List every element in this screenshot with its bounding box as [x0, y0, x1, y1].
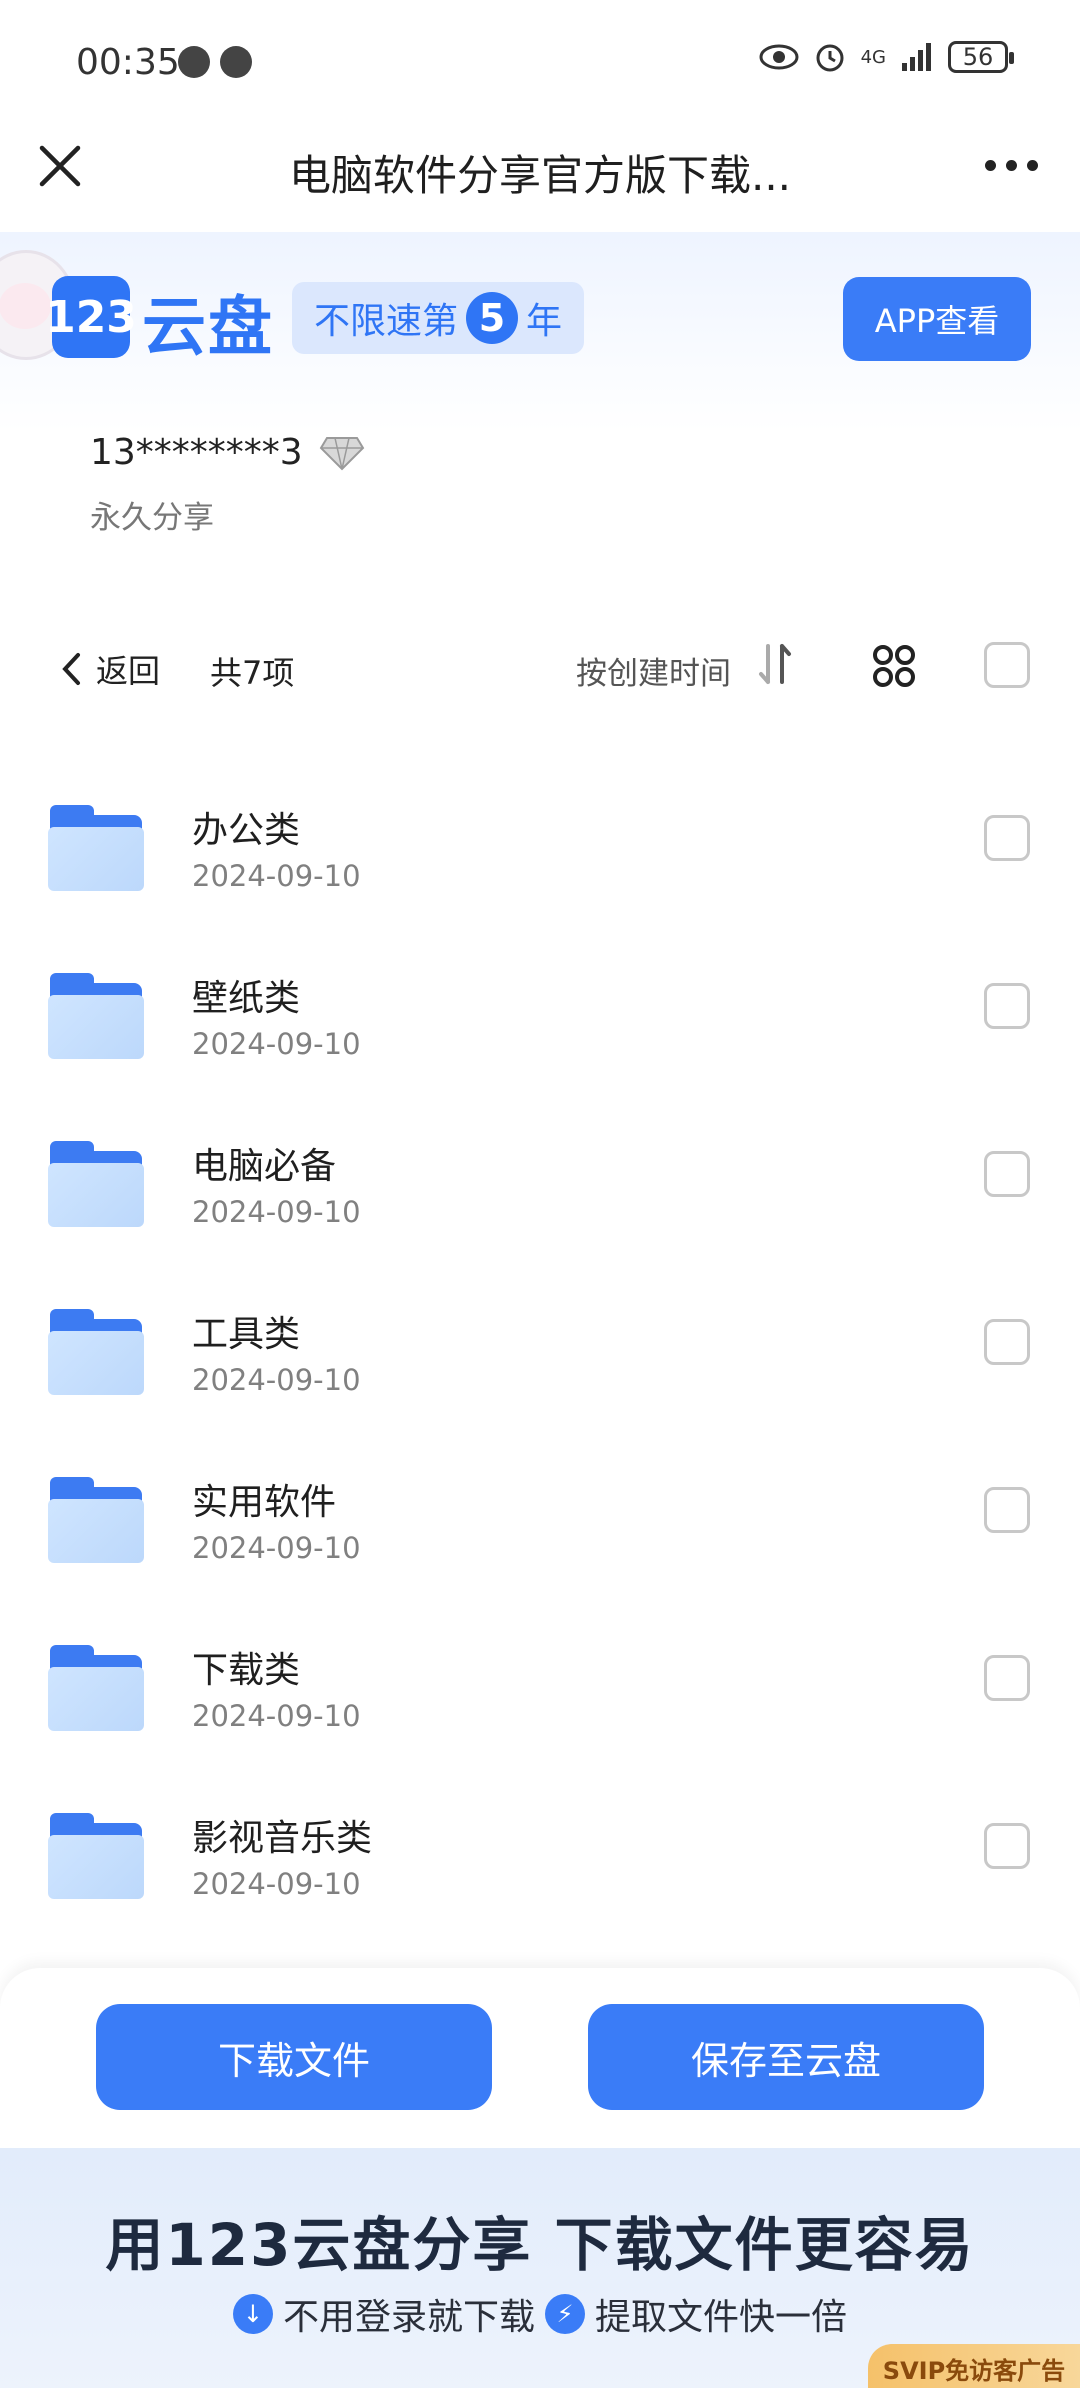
speed-suffix: 年 — [526, 301, 563, 342]
save-to-cloud-button[interactable]: 保存至云盘 — [588, 2004, 984, 2110]
list-item[interactable]: 壁纸类 2024-09-10 — [0, 943, 1080, 1111]
speed-prefix: 不限速第 — [314, 301, 459, 342]
file-list: 办公类 2024-09-10 壁纸类 2024-09-10 电脑必备 2024-09-10… — [0, 775, 1080, 1951]
file-name: 电脑必备 — [192, 1146, 337, 1187]
file-checkbox[interactable] — [984, 983, 1030, 1029]
file-date: 2024-09-10 — [192, 859, 361, 893]
diamond-icon — [319, 436, 364, 470]
file-date: 2024-09-10 — [192, 1027, 361, 1061]
file-name: 实用软件 — [192, 1482, 337, 1523]
title-bar: 电脑软件分享官方版下载... — [0, 100, 1080, 232]
grid-view-icon[interactable] — [872, 644, 916, 688]
eye-icon — [759, 44, 799, 70]
folder-icon — [48, 973, 144, 1059]
list-item[interactable]: 实用软件 2024-09-10 — [0, 1447, 1080, 1615]
file-name: 壁纸类 — [192, 978, 301, 1019]
folder-icon — [48, 1813, 144, 1899]
speed-badge: 不限速第 5 年 — [292, 282, 585, 354]
sort-label[interactable]: 按创建时间 — [576, 648, 731, 693]
close-icon[interactable] — [38, 144, 82, 188]
file-checkbox[interactable] — [984, 1151, 1030, 1197]
back-button[interactable]: 返回 — [60, 646, 160, 692]
file-checkbox[interactable] — [984, 815, 1030, 861]
alarm-icon — [816, 44, 844, 72]
folder-icon — [48, 1477, 144, 1563]
file-date: 2024-09-10 — [192, 1195, 361, 1229]
status-right: 4G 56 — [759, 40, 1014, 74]
action-bar: 下载文件 保存至云盘 — [0, 1968, 1080, 2148]
list-item[interactable]: 影视音乐类 2024-09-10 — [0, 1783, 1080, 1951]
file-date: 2024-09-10 — [192, 1699, 361, 1733]
file-name: 影视音乐类 — [192, 1818, 373, 1859]
file-date: 2024-09-10 — [192, 1363, 361, 1397]
status-time: 00:35 — [76, 42, 180, 83]
promo-footer: 用123云盘分享 下载文件更容易 ↓ 不用登录就下载 ⚡ 提取文件快一倍 SVI… — [0, 2148, 1080, 2388]
list-toolbar: 返回 共7项 按创建时间 — [0, 632, 1080, 712]
chevron-left-icon — [62, 653, 80, 685]
svip-ad-tag[interactable]: SVIP免访客广告 — [868, 2344, 1080, 2388]
app-view-button[interactable]: APP查看 — [843, 277, 1031, 361]
file-name: 下载类 — [192, 1650, 301, 1691]
promo-feature-1: 不用登录就下载 — [282, 2297, 535, 2338]
file-name: 工具类 — [192, 1314, 301, 1355]
share-type: 永久分享 — [90, 500, 214, 536]
speed-year: 5 — [466, 292, 519, 344]
signal-icon — [902, 43, 931, 71]
lightning-icon: ⚡ — [545, 2294, 585, 2334]
file-checkbox[interactable] — [984, 1823, 1030, 1869]
battery-icon: 56 — [948, 41, 1014, 73]
file-date: 2024-09-10 — [192, 1531, 361, 1565]
page-title: 电脑软件分享官方版下载... — [288, 151, 792, 200]
back-label: 返回 — [96, 652, 161, 690]
file-checkbox[interactable] — [984, 1487, 1030, 1533]
sort-icon[interactable] — [756, 638, 794, 690]
folder-icon — [48, 1645, 144, 1731]
promo-headline: 用123云盘分享 下载文件更容易 — [105, 2211, 975, 2279]
list-item[interactable]: 下载类 2024-09-10 — [0, 1615, 1080, 1783]
folder-icon — [48, 1141, 144, 1227]
list-item[interactable]: 工具类 2024-09-10 — [0, 1279, 1080, 1447]
logo-icon: 123 — [45, 276, 137, 358]
notification-icon — [220, 46, 252, 78]
list-item[interactable]: 办公类 2024-09-10 — [0, 775, 1080, 943]
download-button[interactable]: 下载文件 — [96, 2004, 492, 2110]
folder-icon — [48, 805, 144, 891]
message-icon — [178, 46, 210, 78]
item-count: 共7项 — [210, 654, 295, 692]
list-item[interactable]: 电脑必备 2024-09-10 — [0, 1111, 1080, 1279]
folder-icon — [48, 1309, 144, 1395]
file-checkbox[interactable] — [984, 1655, 1030, 1701]
file-name: 办公类 — [192, 810, 301, 851]
sharer-name: 13********3 — [90, 432, 303, 473]
file-checkbox[interactable] — [984, 1319, 1030, 1365]
logo-text: 云盘 — [142, 291, 274, 365]
download-arrow-icon: ↓ — [232, 2294, 273, 2334]
network-type: 4G — [860, 46, 886, 68]
more-options-icon[interactable] — [985, 160, 1038, 171]
promo-features: ↓ 不用登录就下载 ⚡ 提取文件快一倍 — [0, 2288, 1080, 2340]
select-all-checkbox[interactable] — [984, 642, 1030, 688]
promo-feature-2: 提取文件快一倍 — [595, 2297, 848, 2338]
file-date: 2024-09-10 — [192, 1867, 361, 1901]
sharer-info: 13********3 — [90, 432, 365, 473]
